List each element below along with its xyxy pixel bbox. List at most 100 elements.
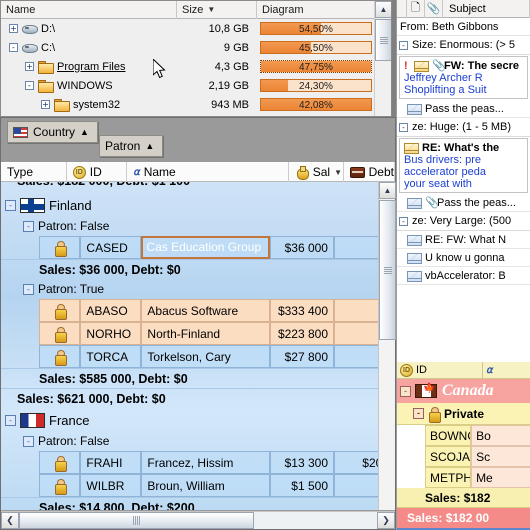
patron-group-header[interactable]: - Patron: False — [1, 216, 395, 236]
name-cell[interactable]: Me — [471, 467, 530, 488]
name-cell[interactable]: Cas Education Group — [141, 236, 271, 259]
scroll-right-button[interactable]: ❯ — [377, 512, 395, 529]
expander-toggle[interactable]: + — [41, 100, 50, 109]
name-cell[interactable]: Francez, Hissim — [141, 451, 271, 474]
country-group-header[interactable]: - Finland — [1, 194, 395, 216]
sal-cell[interactable]: $223 800 — [270, 322, 334, 345]
scroll-up-button[interactable]: ▲ — [375, 1, 391, 18]
table-row[interactable]: ABASO Abacus Software $333 400 — [1, 299, 395, 322]
right-column-header-name[interactable]: ⍺ — [483, 362, 530, 379]
center-grid-hscrollbar[interactable]: ❮ ❯ — [1, 511, 395, 529]
table-row[interactable]: TORCA Torkelson, Cary $27 800 — [1, 345, 395, 368]
type-cell[interactable] — [39, 236, 81, 259]
expander-toggle[interactable]: - — [413, 408, 424, 419]
mail-list-item[interactable]: Pass the peas... — [397, 100, 530, 118]
table-row[interactable]: METPH Me — [397, 467, 530, 488]
right-country-header[interactable]: - Canada — [397, 379, 530, 403]
paperclip-icon[interactable]: 📎 — [425, 0, 443, 18]
id-cell[interactable]: WILBR — [80, 474, 142, 497]
hscroll-track[interactable] — [254, 512, 377, 529]
patron-group-header[interactable]: - Patron: True — [1, 279, 395, 299]
mail-group-header[interactable]: - ze: Huge: (1 - 5 MB) — [397, 118, 530, 137]
column-header-subject[interactable]: Subject — [443, 0, 530, 18]
table-row[interactable]: SCOJA Sc — [397, 446, 530, 467]
type-cell[interactable] — [39, 322, 81, 345]
mail-group-header[interactable]: - ze: Very Large: (500 — [397, 212, 530, 231]
mail-from-group[interactable]: From: Beth Gibbons — [397, 18, 530, 36]
table-row[interactable]: + Program Files 4,3 GB 47,75% — [1, 57, 391, 76]
mail-group-header[interactable]: - Size: Enormous: (> 5 — [397, 36, 530, 55]
sal-cell[interactable]: $27 800 — [270, 345, 334, 368]
id-cell[interactable]: TORCA — [80, 345, 142, 368]
id-cell[interactable]: METPH — [425, 467, 472, 488]
table-row[interactable]: WILBR Broun, William $1 500 — [1, 474, 395, 497]
type-cell[interactable] — [39, 474, 81, 497]
id-cell[interactable]: FRAHI — [80, 451, 142, 474]
type-cell[interactable] — [39, 451, 81, 474]
expander-toggle[interactable]: + — [25, 62, 34, 71]
mail-list-item[interactable]: ! 📎 FW: The secre Jeffrey Archer R Shoplifti… — [399, 56, 528, 99]
type-cell[interactable] — [39, 299, 81, 322]
file-tree-name-cell[interactable]: + system32 — [1, 95, 177, 114]
expander-toggle[interactable]: - — [25, 81, 34, 90]
column-header-size[interactable]: Size ▼ — [177, 1, 257, 19]
column-header-name[interactable]: ⍺ Name — [127, 162, 289, 182]
expander-toggle[interactable]: - — [400, 385, 411, 397]
column-header-name[interactable]: Name — [1, 1, 177, 19]
id-cell[interactable]: NORHO — [80, 322, 142, 345]
expander-toggle[interactable]: - — [23, 220, 34, 232]
column-header-sal[interactable]: Sal ▼ — [289, 162, 344, 182]
column-header-diagram[interactable]: Diagram — [257, 1, 375, 19]
expander-toggle[interactable]: - — [23, 435, 34, 447]
table-row[interactable]: + D:\ 10,8 GB 54,50% — [1, 19, 391, 38]
table-row[interactable]: FRAHI Francez, Hissim $13 300 $200 — [1, 451, 395, 474]
patron-group-header[interactable]: - Patron: False — [1, 431, 395, 451]
expander-toggle[interactable]: - — [399, 40, 408, 50]
file-tree-scrollbar[interactable]: ▲ — [374, 1, 391, 116]
mail-list-item[interactable]: U know u gonna — [397, 249, 530, 267]
column-header-type[interactable]: Type — [1, 162, 67, 182]
sal-cell[interactable]: $1 500 — [270, 474, 334, 497]
expander-toggle[interactable]: + — [9, 24, 18, 33]
scroll-thumb[interactable] — [379, 200, 396, 340]
name-cell[interactable]: Torkelson, Cary — [141, 345, 271, 368]
table-row[interactable]: - C:\ 9 GB 45,50% — [1, 38, 391, 57]
column-header-debt[interactable]: Debt — [344, 162, 395, 182]
file-tree-name-cell[interactable]: - WINDOWS — [1, 76, 177, 95]
id-cell[interactable]: SCOJA — [425, 446, 472, 467]
name-cell[interactable]: North-Finland — [141, 322, 271, 345]
sal-cell[interactable]: $36 000 — [270, 236, 334, 259]
country-group-header[interactable]: - France — [1, 409, 395, 431]
right-group-header[interactable]: - Private — [397, 403, 530, 425]
id-cell[interactable]: ABASO — [80, 299, 142, 322]
table-row[interactable]: NORHO North-Finland $223 800 — [1, 322, 395, 345]
group-chip-patron[interactable]: Patron ▲ — [99, 135, 164, 157]
file-tree-name-cell[interactable]: + Program Files — [1, 57, 177, 76]
mail-list-item[interactable]: RE: What's the Bus drivers: pre accelerato… — [399, 138, 528, 193]
expander-toggle[interactable]: - — [5, 414, 16, 426]
expander-toggle[interactable]: - — [5, 199, 16, 211]
expander-toggle[interactable]: - — [399, 216, 408, 226]
name-cell[interactable]: Bo — [471, 425, 530, 446]
hscroll-thumb[interactable] — [19, 512, 254, 529]
expander-toggle[interactable]: - — [399, 122, 408, 132]
type-cell[interactable] — [39, 345, 81, 368]
expander-toggle[interactable]: - — [9, 43, 18, 52]
right-column-header-id[interactable]: ID ID — [397, 362, 483, 379]
table-row[interactable]: - WINDOWS 2,19 GB 24,30% — [1, 76, 391, 95]
table-row[interactable]: CASED Cas Education Group $36 000 — [1, 236, 395, 259]
column-header-id[interactable]: ID ID — [67, 162, 128, 182]
page-icon[interactable]: 🗋 — [407, 0, 425, 18]
name-cell[interactable]: Abacus Software — [141, 299, 271, 322]
mail-list-item[interactable]: RE: FW: What N — [397, 231, 530, 249]
file-tree-name-cell[interactable]: - C:\ — [1, 38, 177, 57]
scroll-thumb[interactable] — [375, 19, 391, 61]
sal-cell[interactable]: $13 300 — [270, 451, 334, 474]
scroll-left-button[interactable]: ❮ — [1, 512, 19, 529]
mail-list-item[interactable]: 📎 Pass the peas... — [397, 194, 530, 212]
mail-list-item[interactable]: vbAccelerator: B — [397, 267, 530, 285]
scroll-up-button[interactable]: ▲ — [379, 182, 396, 199]
id-cell[interactable]: BOWNO — [425, 425, 472, 446]
id-cell[interactable]: CASED — [80, 236, 142, 259]
name-cell[interactable]: Broun, William — [141, 474, 271, 497]
